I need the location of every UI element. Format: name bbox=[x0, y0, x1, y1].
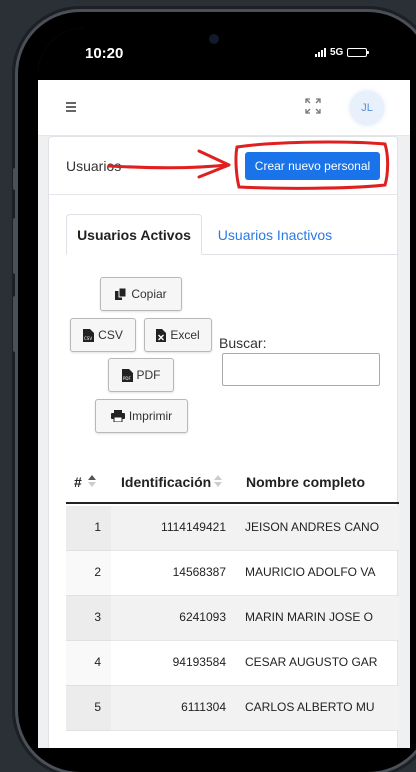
app-content: JL Usuarios Crear nuevo personal Usuario… bbox=[38, 80, 410, 748]
tab-inactive-users[interactable]: Usuarios Inactivos bbox=[202, 214, 348, 255]
excel-label: Excel bbox=[170, 328, 200, 342]
mute-switch bbox=[13, 168, 17, 190]
card-header: Usuarios Crear nuevo personal bbox=[49, 137, 397, 195]
csv-button[interactable]: CSV CSV bbox=[70, 318, 136, 352]
printer-icon bbox=[110, 410, 125, 422]
pdf-button[interactable]: PDF PDF bbox=[108, 358, 174, 392]
excel-file-icon bbox=[156, 328, 167, 342]
tab-bar: Usuarios Activos Usuarios Inactivos bbox=[66, 214, 398, 255]
copy-label: Copiar bbox=[131, 287, 167, 301]
phone-screen: 10:20 5G JL Usuarios Crear nuevo persona… bbox=[38, 28, 410, 748]
user-avatar[interactable]: JL bbox=[351, 92, 383, 124]
copy-icon bbox=[115, 287, 127, 300]
signal-icon bbox=[315, 48, 326, 57]
row-full-name: JEISON ANDRES CANO bbox=[245, 520, 380, 534]
table-row[interactable]: 4 94193584 CESAR AUGUSTO GAR bbox=[66, 641, 399, 686]
users-table: # Identificación Nombre completo 1 11141… bbox=[66, 460, 399, 748]
hamburger-menu-icon[interactable] bbox=[66, 102, 76, 112]
excel-button[interactable]: Excel bbox=[144, 318, 212, 352]
column-header-name[interactable]: Nombre completo bbox=[246, 474, 365, 490]
search-input[interactable] bbox=[222, 353, 380, 386]
status-indicators: 5G bbox=[315, 47, 370, 58]
create-staff-button[interactable]: Crear nuevo personal bbox=[245, 152, 380, 180]
camera-notch bbox=[163, 28, 289, 62]
svg-text:CSV: CSV bbox=[84, 336, 92, 341]
table-row[interactable]: 1 1114149421 JEISON ANDRES CANO bbox=[66, 506, 399, 551]
row-identification: 94193584 bbox=[172, 655, 226, 669]
users-card: Usuarios Crear nuevo personal Usuarios A… bbox=[48, 136, 399, 748]
row-full-name: CESAR AUGUSTO GAR bbox=[245, 655, 378, 669]
copy-button[interactable]: Copiar bbox=[100, 277, 182, 311]
status-time: 10:20 bbox=[85, 45, 124, 62]
sort-icon[interactable] bbox=[214, 475, 222, 487]
table-row[interactable]: 3 6241093 MARIN MARIN JOSE O bbox=[66, 596, 399, 641]
tab-active-users[interactable]: Usuarios Activos bbox=[66, 214, 202, 255]
row-identification: 1114149421 bbox=[161, 520, 226, 534]
row-identification: 6241093 bbox=[179, 610, 226, 624]
row-identification: 14568387 bbox=[172, 565, 226, 579]
table-header: # Identificación Nombre completo bbox=[66, 460, 399, 504]
row-identification: 6111304 bbox=[181, 700, 226, 714]
column-header-id[interactable]: Identificación bbox=[121, 474, 211, 490]
search-label: Buscar: bbox=[219, 335, 267, 351]
row-full-name: MAURICIO ADOLFO VA bbox=[245, 565, 376, 579]
battery-icon bbox=[347, 48, 370, 57]
svg-text:PDF: PDF bbox=[123, 376, 131, 381]
print-button[interactable]: Imprimir bbox=[95, 399, 188, 433]
column-header-number[interactable]: # bbox=[74, 474, 82, 490]
pdf-label: PDF bbox=[136, 368, 161, 382]
volume-up-button bbox=[13, 218, 17, 274]
pdf-file-icon: PDF bbox=[121, 368, 133, 382]
print-label: Imprimir bbox=[128, 409, 173, 423]
csv-label: CSV bbox=[98, 328, 123, 342]
table-row[interactable]: 2 14568387 MAURICIO ADOLFO VA bbox=[66, 551, 399, 596]
fullscreen-icon[interactable] bbox=[305, 98, 321, 114]
row-full-name: CARLOS ALBERTO MU bbox=[245, 700, 375, 714]
csv-file-icon: CSV bbox=[83, 328, 95, 342]
network-label: 5G bbox=[330, 47, 344, 58]
row-full-name: MARIN MARIN JOSE O bbox=[245, 610, 374, 624]
sort-asc-icon[interactable] bbox=[88, 475, 96, 487]
volume-down-button bbox=[13, 296, 17, 352]
top-navbar: JL bbox=[38, 80, 410, 136]
table-row[interactable]: 5 6111304 CARLOS ALBERTO MU bbox=[66, 686, 399, 731]
